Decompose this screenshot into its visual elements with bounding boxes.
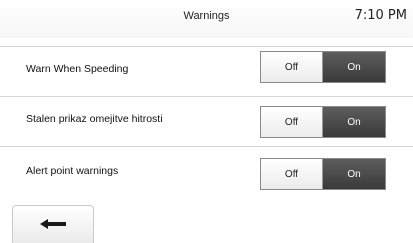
setting-row-speed-limit-display: Stalen prikaz omejitve hitrosti Off On — [0, 96, 413, 146]
off-option[interactable]: Off — [261, 159, 323, 189]
clock: 7:10 PM — [354, 8, 407, 23]
page-title: Warnings — [183, 10, 230, 22]
off-option[interactable]: Off — [261, 107, 323, 137]
setting-label: Alert point warnings — [26, 165, 119, 177]
left-arrow-icon — [40, 216, 66, 234]
setting-label: Stalen prikaz omejitve hitrosti — [26, 113, 163, 125]
speed-limit-display-toggle[interactable]: Off On — [260, 106, 386, 138]
back-button[interactable] — [12, 205, 94, 243]
title-bar: Warnings 7:10 PM — [0, 0, 413, 38]
setting-row-warn-speeding: Warn When Speeding Off On — [0, 46, 413, 96]
setting-row-alert-point: Alert point warnings Off On — [0, 146, 413, 196]
on-option[interactable]: On — [323, 107, 385, 137]
on-option[interactable]: On — [323, 159, 385, 189]
off-option[interactable]: Off — [261, 52, 323, 82]
warn-speeding-toggle[interactable]: Off On — [260, 51, 386, 83]
setting-label: Warn When Speeding — [26, 63, 129, 75]
on-option[interactable]: On — [323, 52, 385, 82]
alert-point-toggle[interactable]: Off On — [260, 158, 386, 190]
